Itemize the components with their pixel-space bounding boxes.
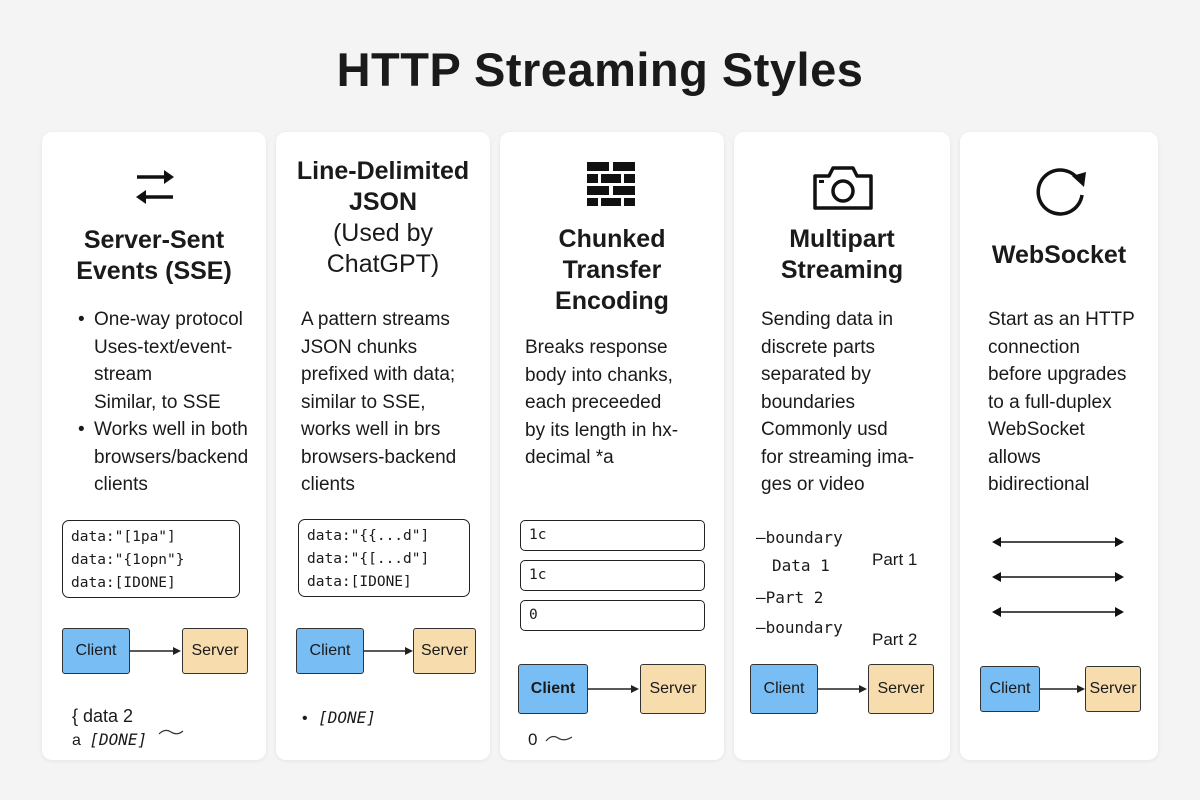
chunked-footer: 0 [528, 730, 538, 749]
multipart-heading: Multipart Streaming [780, 225, 904, 284]
ndjson-description: A pattern streams JSON chunks prefixed w… [301, 309, 457, 495]
multipart-part-2-label: Part 2 [872, 630, 918, 649]
sse-arrow [130, 647, 181, 655]
sse-bullets: One-way protocol Uses-text/event- stream… [78, 306, 264, 499]
chunked-client-box: Client [518, 664, 588, 714]
squiggle-mark [158, 729, 184, 735]
ndjson-footer: • [DONE] [302, 708, 376, 727]
chunk-box-2: 1c [520, 560, 705, 591]
multipart-arrow [818, 685, 867, 693]
chunked-heading: Chunked Transfer Encoding [555, 225, 669, 315]
card-websocket: WebSocket Start as an HTTP connection be… [960, 132, 1158, 760]
brick-wall-icon [587, 162, 635, 206]
swap-arrows-icon [136, 170, 174, 204]
ndjson-arrow [364, 647, 413, 655]
card-chunked: Chunked Transfer Encoding Breaks respons… [500, 132, 724, 760]
chunked-server-box: Server [640, 664, 706, 714]
multipart-part-2-line: —Part 2 [756, 588, 824, 607]
multipart-server-box: Server [868, 664, 934, 714]
chunked-arrow [588, 685, 639, 693]
websocket-server-box: Server [1085, 666, 1141, 712]
ndjson-heading: Line-Delimited JSON (Used by ChatGPT) [296, 157, 470, 278]
squiggle-mark [545, 735, 573, 742]
camera-icon [813, 166, 873, 210]
multipart-description: Sending data in discrete parts separated… [761, 309, 915, 495]
multipart-part-1-label: Part 1 [872, 550, 918, 569]
ndjson-server-box: Server [413, 628, 476, 674]
sse-code-block: data:"[1pa"] data:"{1opn"} data:[IDONE] [62, 520, 240, 598]
ndjson-code-block: data:"{{...d"] data:"{[...d"] data:[IDON… [298, 519, 470, 597]
sse-footer-line-1: { data 2 [72, 706, 134, 726]
multipart-boundary-2: —boundary [756, 618, 843, 637]
websocket-heading: WebSocket [991, 241, 1127, 269]
sse-heading: Server-Sent Events (SSE) [76, 226, 232, 285]
multipart-data-1: Data 1 [772, 556, 830, 575]
websocket-client-box: Client [980, 666, 1040, 712]
chunk-box-1: 1c [520, 520, 705, 551]
page-title: HTTP Streaming Styles [336, 43, 864, 96]
ndjson-client-box: Client [296, 628, 364, 674]
multipart-client-box: Client [750, 664, 818, 714]
websocket-arrow [1040, 685, 1085, 693]
multipart-boundary-1: —boundary [756, 528, 843, 547]
card-multipart: Multipart Streaming Sending data in disc… [734, 132, 950, 760]
sse-footer-line-2: a [DONE] [72, 730, 148, 749]
bidirectional-arrows [992, 537, 1124, 617]
sse-server-box: Server [182, 628, 248, 674]
card-sse: Server-Sent Events (SSE) One-way protoco… [42, 132, 266, 760]
sse-client-box: Client [62, 628, 130, 674]
chunk-box-3: 0 [520, 600, 705, 631]
card-ndjson: Line-Delimited JSON (Used by ChatGPT) A … [276, 132, 490, 760]
websocket-description: Start as an HTTP connection before upgra… [988, 309, 1135, 495]
chunked-description: Breaks response body into chanks, each p… [525, 337, 679, 468]
refresh-icon [1036, 168, 1086, 216]
